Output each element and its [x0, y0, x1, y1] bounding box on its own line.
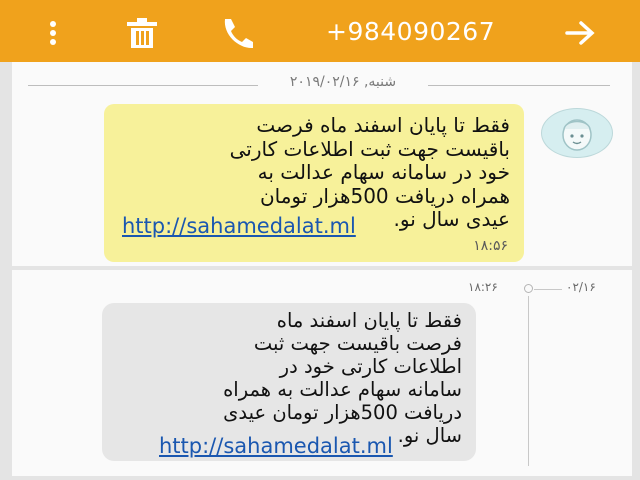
- more-vert-icon[interactable]: [34, 14, 72, 52]
- message-text: فقط تا پایان اسفند ماه فرصت باقیست جهت ث…: [223, 309, 462, 447]
- message-bubble-incoming[interactable]: فقط تا پایان اسفند ماه فرصت باقیست جهت ث…: [104, 104, 524, 262]
- message-bubble-outgoing[interactable]: فقط تا پایان اسفند ماه فرصت باقیست جهت ث…: [102, 303, 476, 461]
- arrow-right-icon[interactable]: [560, 13, 600, 53]
- phone-number: +984090267: [326, 17, 496, 46]
- timeline-dot: [524, 284, 533, 293]
- app-bar: +984090267: [0, 0, 640, 62]
- phone-icon[interactable]: [216, 13, 258, 53]
- timeline-vertical-line: [528, 296, 529, 466]
- message-date: ۰۲/۱۶: [566, 280, 596, 294]
- timeline-line: [534, 289, 562, 290]
- trash-icon[interactable]: [122, 13, 162, 53]
- message-link[interactable]: http://sahamedalat.ml: [159, 434, 393, 458]
- message-timeline: ۱۸:۲۶ ۰۲/۱۶: [468, 280, 616, 296]
- message-time: ۱۸:۲۶: [468, 280, 498, 294]
- message-time: ۱۸:۵۶: [473, 238, 508, 254]
- message-link[interactable]: http://sahamedalat.ml: [122, 214, 356, 238]
- date-divider: شنبه, ۲۰۱۹/۰۲/۱۶: [28, 74, 610, 94]
- contact-avatar[interactable]: [541, 108, 613, 158]
- date-divider-label: شنبه, ۲۰۱۹/۰۲/۱۶: [258, 74, 428, 90]
